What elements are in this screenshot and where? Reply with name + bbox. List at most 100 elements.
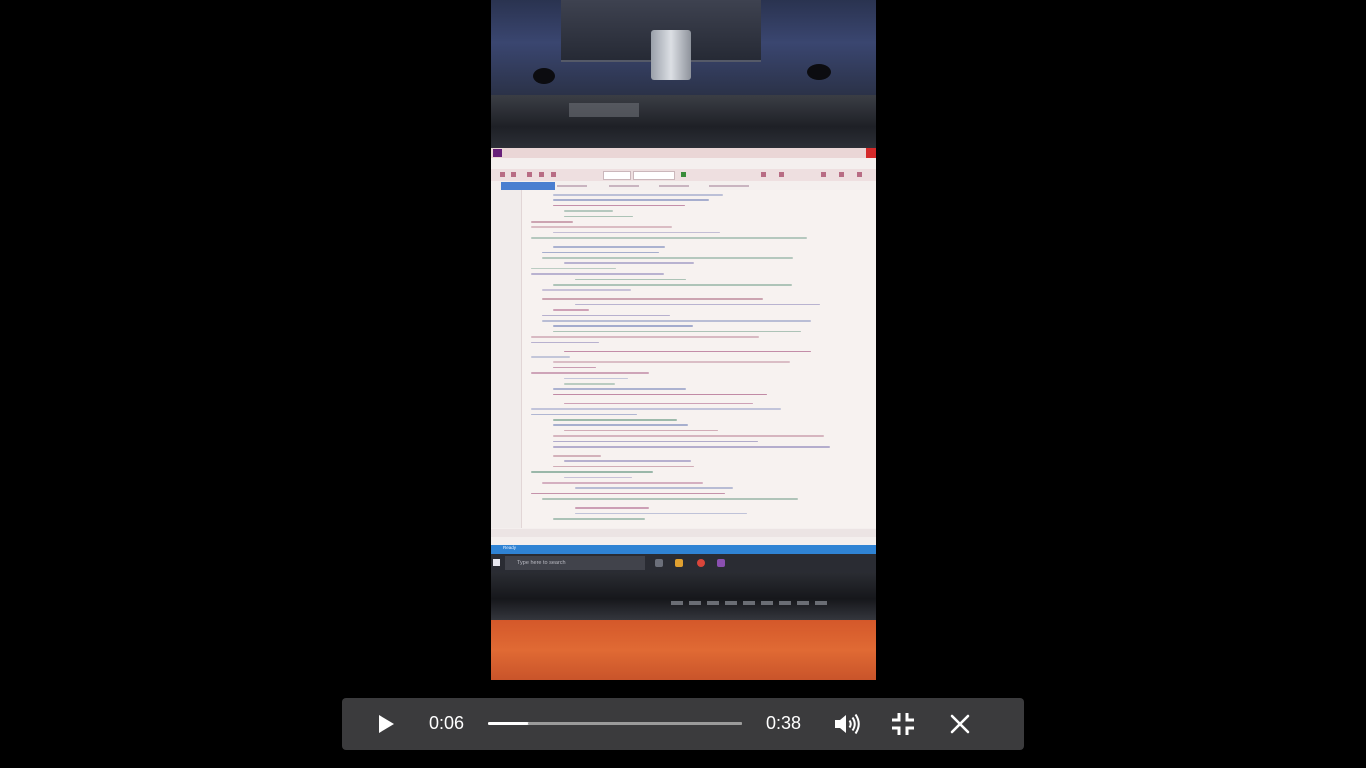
monitor-bezel-bottom [491, 573, 876, 620]
code-line [553, 246, 665, 248]
code-line [564, 377, 628, 380]
code-line [531, 273, 664, 275]
code-line [553, 325, 693, 327]
code-line [542, 498, 798, 500]
exit-fullscreen-button[interactable] [890, 711, 916, 737]
code-line [553, 465, 694, 468]
total-duration: 0:38 [766, 713, 802, 733]
ide-title-bar [491, 148, 876, 158]
code-line [542, 289, 631, 291]
code-line [564, 402, 753, 405]
code-line [553, 393, 767, 396]
play-button[interactable] [374, 712, 398, 736]
close-button[interactable] [948, 712, 972, 736]
code-line [542, 251, 659, 254]
code-line [531, 356, 570, 358]
code-line [531, 413, 637, 416]
visual-studio-taskbar-icon [717, 559, 725, 567]
code-line [553, 309, 589, 311]
seek-bar[interactable] [488, 720, 742, 728]
close-icon [950, 714, 970, 734]
visual-studio-logo-icon [493, 149, 502, 157]
code-line [542, 314, 670, 317]
ide-menu-bar [491, 159, 876, 168]
code-line [553, 194, 723, 196]
code-line [531, 267, 616, 270]
code-line [553, 330, 801, 333]
ide-output-tabs [491, 529, 876, 537]
ide-status-text: Ready [503, 545, 517, 550]
code-line [553, 231, 720, 234]
code-line [553, 424, 688, 426]
taskbar-search-box: Type here to search [505, 556, 645, 570]
code-line [553, 419, 677, 421]
ide-tab-strip [491, 182, 876, 190]
line-number-gutter [491, 190, 522, 528]
code-line [564, 215, 633, 218]
background-desks [491, 0, 876, 95]
chrome-icon [697, 559, 705, 567]
bezel-sticker [569, 103, 639, 117]
code-line [531, 372, 649, 374]
code-line [542, 298, 763, 300]
volume-button[interactable] [832, 711, 862, 737]
code-line [553, 366, 596, 369]
ide-status-bar: Ready [491, 545, 876, 554]
ide-close-icon [866, 148, 876, 158]
code-editor [491, 190, 876, 528]
code-line [553, 435, 824, 437]
desk-surface [491, 620, 876, 680]
code-line [575, 487, 733, 489]
code-line [531, 221, 573, 223]
monitor-bezel-top [491, 95, 876, 148]
ide-toolbar [491, 169, 876, 181]
code-line [553, 284, 792, 286]
code-line [542, 257, 793, 259]
windows-start-icon [493, 559, 500, 566]
code-line [564, 429, 718, 432]
code-line [553, 361, 790, 363]
code-line [564, 262, 694, 264]
code-line [564, 350, 811, 353]
background-mouse [533, 68, 555, 84]
task-view-icon [655, 559, 663, 567]
code-line [531, 341, 599, 344]
video-control-bar: 0:06 0:38 [342, 698, 1024, 750]
exit-fullscreen-icon [892, 713, 914, 735]
code-line [531, 226, 672, 228]
file-explorer-icon [675, 559, 683, 567]
seek-remaining [528, 722, 742, 725]
volume-icon [835, 713, 860, 735]
code-line [564, 476, 632, 479]
code-line [542, 320, 811, 322]
code-line [575, 278, 686, 281]
code-line [553, 518, 645, 520]
code-line [553, 204, 685, 207]
code-line [531, 492, 725, 495]
ide-active-tab [501, 182, 555, 190]
code-line [564, 210, 613, 212]
code-line [531, 237, 807, 239]
code-line [531, 408, 781, 410]
code-line [553, 455, 601, 457]
code-line [531, 336, 759, 338]
code-line [564, 383, 615, 385]
code-line [564, 460, 691, 462]
code-line [553, 199, 709, 201]
video-overlay: Ready Type here to search 0:06 0:38 [0, 0, 1366, 768]
play-icon [379, 715, 394, 733]
code-line [575, 303, 820, 306]
video-frame[interactable]: Ready Type here to search [491, 0, 876, 680]
monitor-speaker-grille [671, 601, 831, 605]
code-line [542, 482, 703, 484]
monitor-stand [651, 30, 691, 80]
windows-taskbar: Type here to search [491, 554, 876, 573]
code-line [531, 471, 653, 473]
current-time: 0:06 [429, 713, 465, 733]
code-line [553, 388, 686, 390]
monitor-screen: Ready Type here to search [491, 148, 876, 573]
code-line [575, 512, 747, 515]
background-mouse [807, 64, 831, 80]
seek-progress [488, 722, 529, 725]
code-line [553, 446, 830, 448]
